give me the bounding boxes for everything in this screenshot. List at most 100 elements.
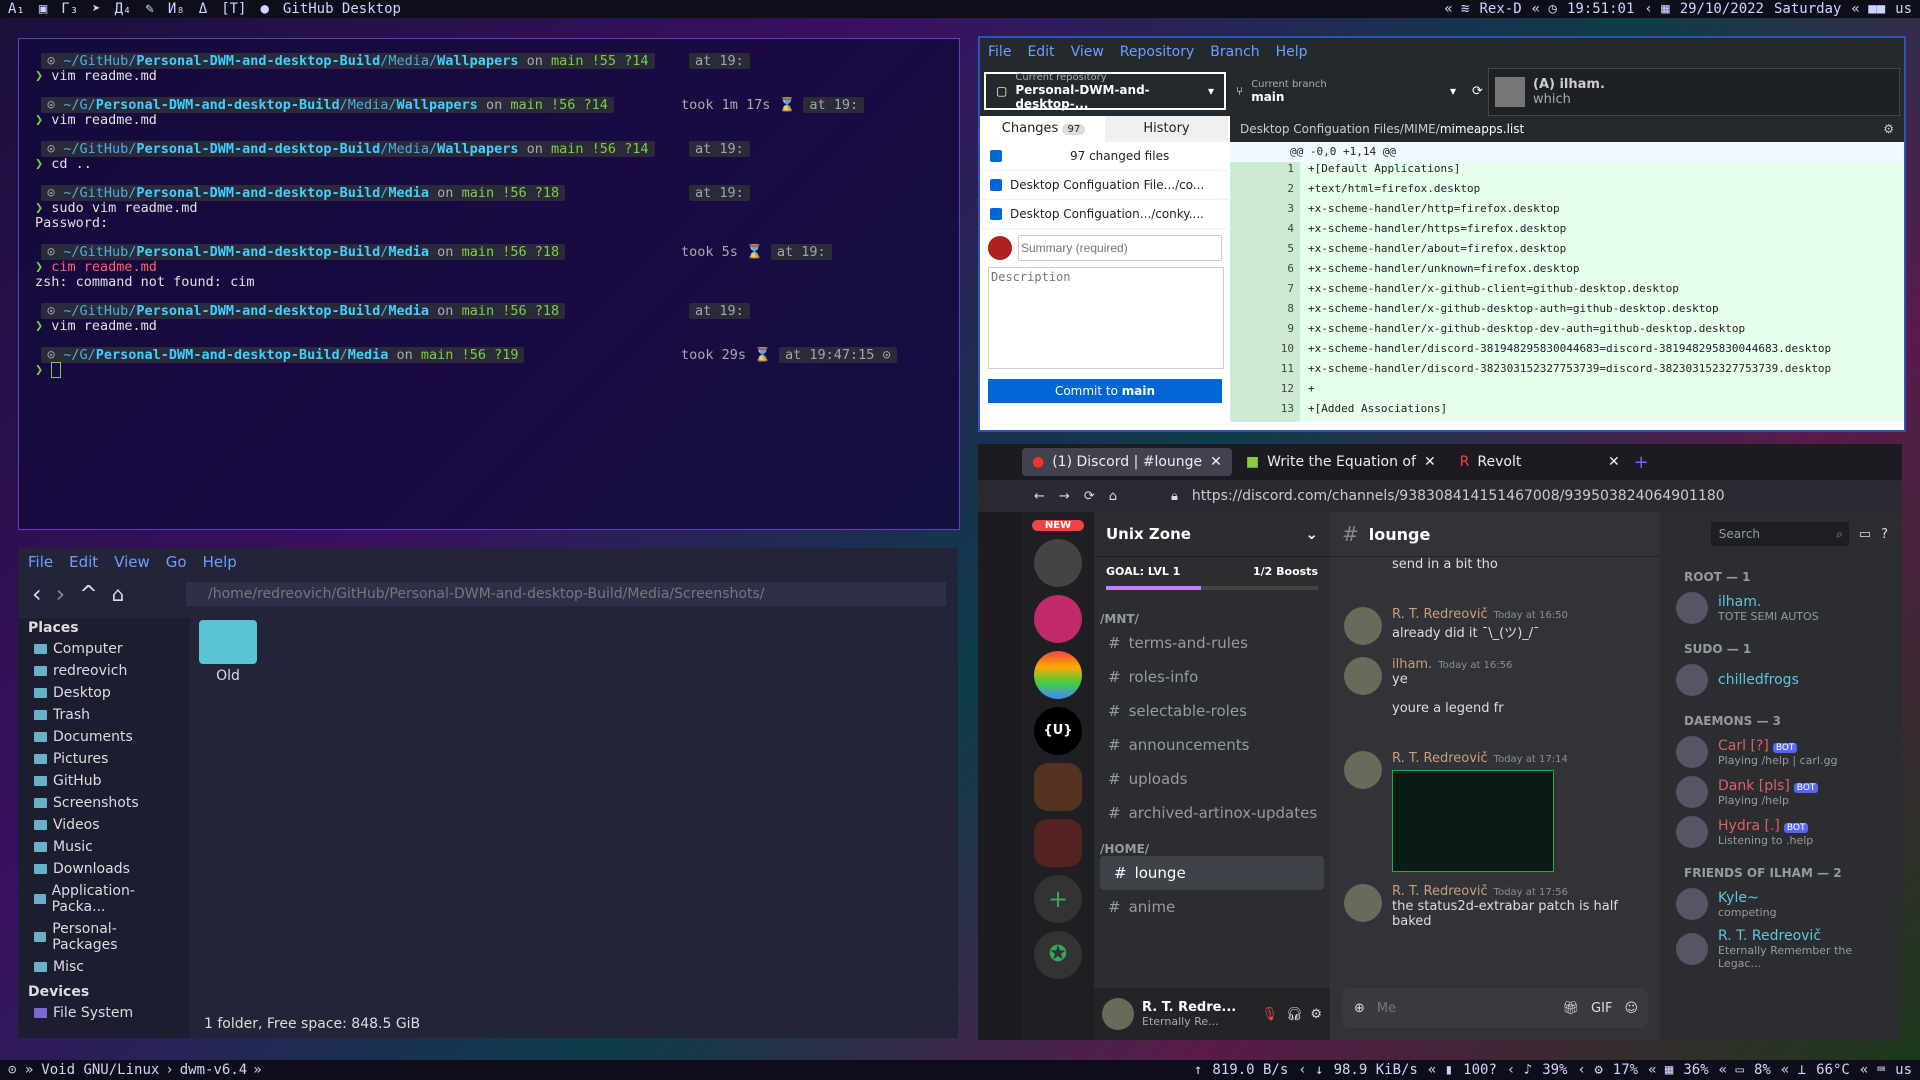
member-item[interactable]: Carl [?] BOT Playing /help | carl.gg bbox=[1660, 732, 1902, 772]
member-item[interactable]: ilham. TOTE SEMI AUTOS bbox=[1660, 588, 1902, 628]
server-icon[interactable] bbox=[1034, 539, 1082, 587]
changed-file-row[interactable]: Desktop Configuation File.../co... bbox=[982, 171, 1228, 200]
workspace-8[interactable]: И₈ bbox=[168, 1, 185, 17]
boost-goal[interactable]: GOAL: LVL 1 1/2 Boosts bbox=[1094, 557, 1330, 586]
sidebar-item-videos[interactable]: Videos bbox=[18, 814, 190, 836]
member-item[interactable]: Dank [pls] BOT Playing /help bbox=[1660, 772, 1902, 812]
workspace-3[interactable]: Г₃ bbox=[61, 1, 78, 17]
branch-selector[interactable]: ⑂ Current branch main ▾ bbox=[1226, 72, 1466, 110]
back-arrow-icon[interactable]: ‹ bbox=[32, 580, 42, 608]
folder-item-old[interactable]: Old bbox=[198, 620, 258, 684]
fm-menu-edit[interactable]: Edit bbox=[69, 553, 98, 571]
attachment-image[interactable] bbox=[1392, 770, 1554, 872]
tray-icon[interactable]: « ■■ bbox=[1851, 1, 1885, 17]
server-icon[interactable] bbox=[1034, 651, 1082, 699]
sidebar-item-misc[interactable]: Misc bbox=[18, 956, 190, 978]
select-all-files[interactable]: 97 changed files bbox=[982, 142, 1228, 171]
home-icon[interactable]: ⌂ bbox=[1109, 489, 1117, 504]
server-icon[interactable] bbox=[1034, 819, 1082, 867]
member-item[interactable]: R. T. Redreovič Eternally Remember the Le… bbox=[1660, 924, 1902, 974]
sync-icon[interactable]: ⟳ bbox=[1472, 84, 1483, 99]
fm-menu-view[interactable]: View bbox=[114, 553, 150, 571]
close-icon[interactable]: ✕ bbox=[1210, 454, 1222, 470]
sidebar-item-pictures[interactable]: Pictures bbox=[18, 748, 190, 770]
inbox-icon[interactable]: ▭ bbox=[1859, 527, 1871, 542]
sidebar-item-downloads[interactable]: Downloads bbox=[18, 858, 190, 880]
avatar[interactable] bbox=[1344, 607, 1382, 645]
message-input[interactable]: ⊕ Me 🎁︎ GIF ☺ bbox=[1342, 988, 1648, 1028]
home-icon[interactable]: ⌂ bbox=[112, 582, 125, 606]
add-server-icon[interactable]: + bbox=[1034, 875, 1082, 923]
gift-icon[interactable]: 🎁︎ bbox=[1563, 1001, 1580, 1016]
sidebar-item-desktop[interactable]: Desktop bbox=[18, 682, 190, 704]
unix-zone-server-icon[interactable]: {U} bbox=[1034, 707, 1082, 755]
author-name[interactable]: R. T. Redreovič bbox=[1392, 751, 1488, 766]
sidebar-item-personal-packages[interactable]: Personal-Packages bbox=[18, 918, 190, 956]
member-item[interactable]: chilledfrogs bbox=[1660, 660, 1902, 700]
fm-menu-go[interactable]: Go bbox=[166, 553, 187, 571]
sidebar-item-github[interactable]: GitHub bbox=[18, 770, 190, 792]
notification-popup[interactable]: (A) ilham. which bbox=[1488, 68, 1900, 116]
url-bar[interactable]: https://discord.com/channels/93830841415… bbox=[1192, 488, 1725, 504]
workspace-1[interactable]: A₁ bbox=[8, 1, 25, 17]
channel-archived-artinox-updates[interactable]: # archived-artinox-updates bbox=[1094, 796, 1330, 830]
tab-discord[interactable]: ● (1) Discord | #lounge ✕ bbox=[1022, 448, 1232, 476]
avatar[interactable] bbox=[1344, 657, 1382, 695]
checkbox-icon[interactable] bbox=[990, 179, 1002, 191]
fm-menu-file[interactable]: File bbox=[28, 553, 53, 571]
close-icon[interactable]: ✕ bbox=[1424, 454, 1436, 470]
channel-selectable-roles[interactable]: # selectable-roles bbox=[1094, 694, 1330, 728]
emoji-icon[interactable]: ☺ bbox=[1624, 1001, 1638, 1016]
sidebar-item-computer[interactable]: Computer bbox=[18, 638, 190, 660]
server-header[interactable]: Unix Zone ⌄ bbox=[1094, 512, 1330, 557]
member-item[interactable]: Hydra [.] BOT Listening to .help bbox=[1660, 812, 1902, 852]
ghd-menu-view[interactable]: View bbox=[1071, 44, 1104, 60]
sidebar-item-documents[interactable]: Documents bbox=[18, 726, 190, 748]
reload-icon[interactable]: ⟳ bbox=[1084, 489, 1095, 504]
tab-revolt[interactable]: R Revolt ✕ bbox=[1450, 448, 1630, 476]
channel-anime[interactable]: # anime bbox=[1094, 890, 1330, 924]
author-name[interactable]: R. T. Redreovič bbox=[1392, 607, 1488, 622]
back-icon[interactable]: ← bbox=[1034, 489, 1045, 504]
member-item[interactable]: Kyle~ competing bbox=[1660, 884, 1902, 924]
layout-indicator[interactable]: [T] bbox=[221, 1, 246, 17]
ghd-menu-edit[interactable]: Edit bbox=[1027, 44, 1054, 60]
ghd-menu-help[interactable]: Help bbox=[1276, 44, 1308, 60]
gear-icon[interactable]: ⚙ bbox=[1883, 116, 1894, 142]
server-folder-icon[interactable] bbox=[1034, 763, 1082, 811]
author-name[interactable]: ilham. bbox=[1392, 657, 1432, 672]
ghd-menu-file[interactable]: File bbox=[988, 44, 1011, 60]
attach-icon[interactable]: ⊕ bbox=[1354, 1001, 1365, 1016]
forward-arrow-icon[interactable]: › bbox=[56, 580, 66, 608]
avatar[interactable] bbox=[1344, 884, 1382, 922]
tab-changes[interactable]: Changes 97 bbox=[982, 116, 1105, 142]
checkbox-icon[interactable] bbox=[990, 150, 1002, 162]
gif-icon[interactable]: GIF bbox=[1591, 1001, 1612, 1016]
author-name[interactable]: R. T. Redreovič bbox=[1392, 884, 1488, 899]
headphones-icon[interactable]: 🎧︎ bbox=[1286, 1007, 1303, 1022]
checkbox-icon[interactable] bbox=[990, 208, 1002, 220]
location-bar[interactable]: /home/redreovich/GitHub/Personal-DWM-and… bbox=[186, 582, 946, 606]
channel-uploads[interactable]: # uploads bbox=[1094, 762, 1330, 796]
sidebar-item-file-system[interactable]: File System bbox=[18, 1002, 190, 1024]
compass-icon[interactable]: ✪ bbox=[1034, 931, 1082, 979]
ghd-menu-repository[interactable]: Repository bbox=[1120, 44, 1194, 60]
help-icon[interactable]: ? bbox=[1881, 527, 1888, 542]
summary-input[interactable] bbox=[1018, 235, 1222, 261]
channel-roles-info[interactable]: # roles-info bbox=[1094, 660, 1330, 694]
server-icon[interactable] bbox=[1034, 595, 1082, 643]
forward-icon[interactable]: → bbox=[1059, 489, 1070, 504]
mute-icon[interactable]: 🎙︎ bbox=[1261, 1007, 1278, 1022]
sidebar-item-application-packa-[interactable]: Application-Packa... bbox=[18, 880, 190, 918]
description-input[interactable] bbox=[988, 267, 1224, 369]
search-input[interactable]: Search ⌕ bbox=[1710, 522, 1849, 546]
close-icon[interactable]: ✕ bbox=[1608, 454, 1620, 470]
channel-terms-and-rules[interactable]: # terms-and-rules bbox=[1094, 626, 1330, 660]
avatar[interactable] bbox=[1102, 998, 1134, 1030]
sidebar-item-redreovich[interactable]: redreovich bbox=[18, 660, 190, 682]
sidebar-item-music[interactable]: Music bbox=[18, 836, 190, 858]
changed-file-row[interactable]: Desktop Configuation.../conky.... bbox=[982, 200, 1228, 229]
up-arrow-icon[interactable]: ^ bbox=[79, 582, 97, 607]
avatar[interactable] bbox=[1344, 751, 1382, 789]
category-mnt[interactable]: /MNT/ bbox=[1094, 600, 1330, 626]
